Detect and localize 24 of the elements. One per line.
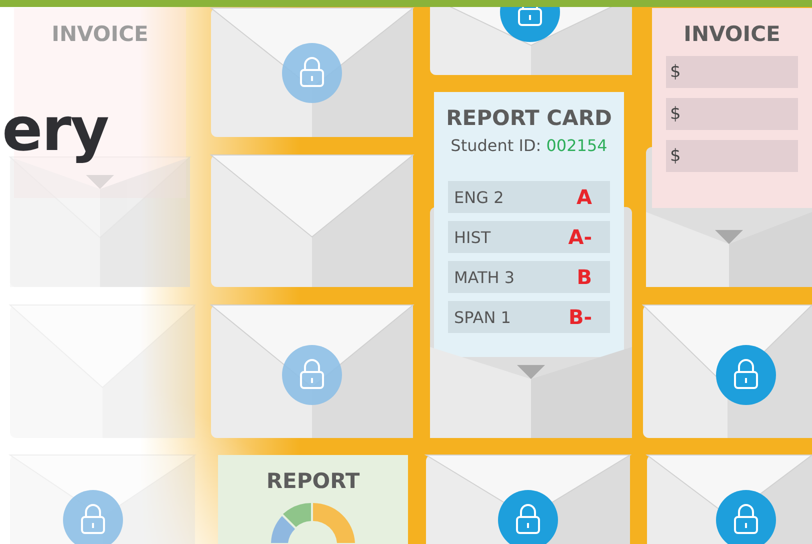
grade-label: A- bbox=[568, 225, 592, 249]
invoice-title: INVOICE bbox=[52, 22, 148, 46]
grade-label: B- bbox=[568, 305, 592, 329]
lock-icon bbox=[716, 345, 776, 405]
grade-label: A bbox=[576, 185, 592, 209]
lock-icon bbox=[500, 7, 560, 42]
grade-label: B bbox=[576, 265, 592, 289]
subject-label: MATH 3 bbox=[454, 268, 515, 286]
subject-label: SPAN 1 bbox=[454, 308, 511, 326]
amount-field: $ bbox=[666, 56, 798, 88]
lock-icon bbox=[282, 345, 342, 405]
student-id: Student ID: 002154 bbox=[450, 136, 608, 155]
subject-label: ENG 2 bbox=[454, 188, 504, 206]
amount-field: $ bbox=[666, 140, 798, 172]
lock-icon bbox=[716, 490, 776, 544]
amount-field: $ bbox=[666, 98, 798, 130]
lock-icon bbox=[63, 490, 123, 544]
subject-label: HIST bbox=[454, 228, 491, 246]
invoice-title: INVOICE bbox=[684, 22, 780, 46]
lock-icon bbox=[498, 490, 558, 544]
report-card-title: REPORT CARD bbox=[446, 106, 612, 130]
lock-icon bbox=[282, 43, 342, 103]
report-title: REPORT bbox=[266, 469, 360, 493]
headline: ery bbox=[2, 95, 108, 165]
